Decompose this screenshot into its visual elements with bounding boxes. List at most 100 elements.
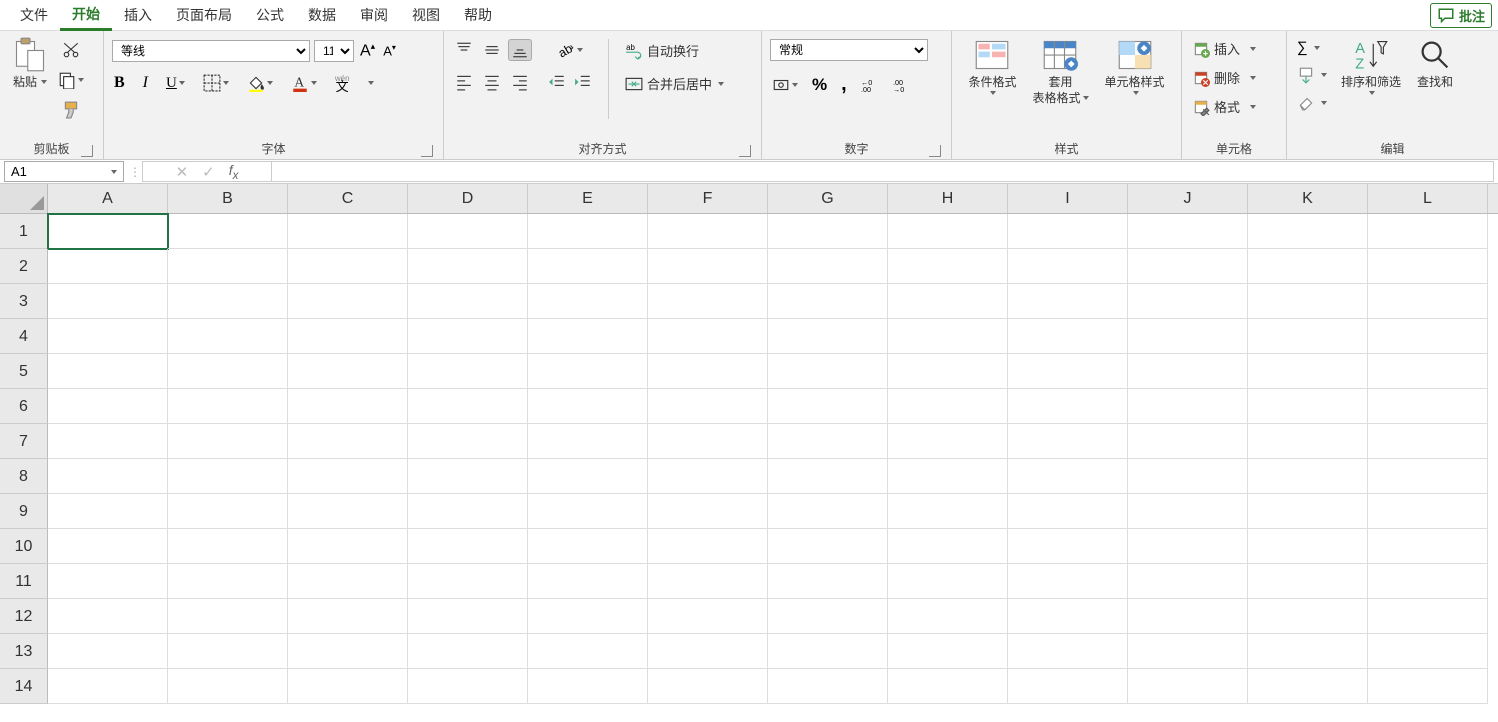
- cell[interactable]: [648, 669, 768, 704]
- cell[interactable]: [288, 214, 408, 249]
- row-header[interactable]: 10: [0, 529, 48, 564]
- cell[interactable]: [1368, 249, 1488, 284]
- cell[interactable]: [888, 529, 1008, 564]
- cell[interactable]: [888, 564, 1008, 599]
- borders-button[interactable]: [201, 72, 231, 94]
- cell[interactable]: [48, 424, 168, 459]
- cell[interactable]: [1008, 424, 1128, 459]
- cell[interactable]: [768, 424, 888, 459]
- font-name-select[interactable]: 等线: [112, 40, 310, 62]
- comments-button[interactable]: 批注: [1430, 3, 1492, 28]
- menu-page-layout[interactable]: 页面布局: [164, 1, 244, 29]
- column-header[interactable]: E: [528, 184, 648, 213]
- cell[interactable]: [768, 494, 888, 529]
- cell[interactable]: [48, 284, 168, 319]
- cell[interactable]: [1248, 319, 1368, 354]
- increase-decimal-button[interactable]: ←0.00: [859, 74, 881, 96]
- cell[interactable]: [888, 459, 1008, 494]
- cell[interactable]: [1008, 284, 1128, 319]
- row-header[interactable]: 6: [0, 389, 48, 424]
- align-top-button[interactable]: [452, 39, 476, 61]
- percent-button[interactable]: %: [810, 73, 829, 97]
- cell[interactable]: [888, 669, 1008, 704]
- menu-formulas[interactable]: 公式: [244, 1, 296, 29]
- cell[interactable]: [1128, 354, 1248, 389]
- row-header[interactable]: 1: [0, 214, 48, 249]
- column-header[interactable]: J: [1128, 184, 1248, 213]
- cell[interactable]: [648, 459, 768, 494]
- increase-indent-button[interactable]: [572, 71, 594, 93]
- cell[interactable]: [1248, 494, 1368, 529]
- cell-styles-button[interactable]: 单元格样式: [1101, 35, 1169, 97]
- cell[interactable]: [528, 529, 648, 564]
- column-header[interactable]: F: [648, 184, 768, 213]
- cell[interactable]: [1128, 634, 1248, 669]
- row-header[interactable]: 4: [0, 319, 48, 354]
- paste-button[interactable]: 粘贴: [8, 35, 52, 91]
- cell[interactable]: [768, 389, 888, 424]
- cell[interactable]: [648, 214, 768, 249]
- cell[interactable]: [768, 459, 888, 494]
- cell[interactable]: [1008, 529, 1128, 564]
- cell[interactable]: [1128, 599, 1248, 634]
- cell[interactable]: [288, 354, 408, 389]
- increase-font-button[interactable]: A▴: [358, 39, 377, 62]
- column-header[interactable]: A: [48, 184, 168, 213]
- cell[interactable]: [1008, 459, 1128, 494]
- cell[interactable]: [408, 494, 528, 529]
- italic-button[interactable]: I: [141, 72, 150, 94]
- column-header[interactable]: B: [168, 184, 288, 213]
- cell[interactable]: [768, 354, 888, 389]
- column-header[interactable]: K: [1248, 184, 1368, 213]
- cell[interactable]: [168, 599, 288, 634]
- column-header[interactable]: I: [1008, 184, 1128, 213]
- cell[interactable]: [48, 354, 168, 389]
- autosum-button[interactable]: ∑: [1295, 37, 1322, 58]
- cell[interactable]: [888, 389, 1008, 424]
- cell[interactable]: [888, 214, 1008, 249]
- cell[interactable]: [1008, 564, 1128, 599]
- cell[interactable]: [408, 459, 528, 494]
- merge-center-button[interactable]: 合并后居中: [623, 72, 726, 95]
- cell[interactable]: [48, 319, 168, 354]
- cell[interactable]: [168, 564, 288, 599]
- row-header[interactable]: 14: [0, 669, 48, 704]
- align-right-button[interactable]: [508, 71, 532, 93]
- cell[interactable]: [48, 249, 168, 284]
- cell[interactable]: [648, 529, 768, 564]
- row-header[interactable]: 11: [0, 564, 48, 599]
- enter-formula-button[interactable]: ✓: [202, 163, 215, 181]
- cell[interactable]: [1128, 529, 1248, 564]
- cell[interactable]: [528, 494, 648, 529]
- cell[interactable]: [1368, 529, 1488, 564]
- cell[interactable]: [288, 424, 408, 459]
- cell[interactable]: [48, 634, 168, 669]
- cell[interactable]: [168, 634, 288, 669]
- cell[interactable]: [528, 249, 648, 284]
- cell[interactable]: [168, 354, 288, 389]
- cell[interactable]: [528, 459, 648, 494]
- fill-button[interactable]: [1295, 64, 1329, 86]
- cell[interactable]: [48, 564, 168, 599]
- cell[interactable]: [1008, 319, 1128, 354]
- cell[interactable]: [168, 249, 288, 284]
- cell[interactable]: [1128, 424, 1248, 459]
- cell[interactable]: [528, 634, 648, 669]
- cell[interactable]: [1368, 319, 1488, 354]
- cell[interactable]: [1368, 214, 1488, 249]
- cell[interactable]: [888, 249, 1008, 284]
- cell[interactable]: [1248, 249, 1368, 284]
- cell[interactable]: [168, 529, 288, 564]
- align-middle-button[interactable]: [480, 39, 504, 61]
- cell[interactable]: [168, 389, 288, 424]
- cell[interactable]: [888, 319, 1008, 354]
- cell[interactable]: [408, 319, 528, 354]
- cell[interactable]: [168, 669, 288, 704]
- formula-input[interactable]: [272, 161, 1494, 182]
- cell[interactable]: [768, 599, 888, 634]
- cell[interactable]: [888, 634, 1008, 669]
- row-header[interactable]: 8: [0, 459, 48, 494]
- cell[interactable]: [1248, 529, 1368, 564]
- cell[interactable]: [768, 284, 888, 319]
- cell[interactable]: [1008, 214, 1128, 249]
